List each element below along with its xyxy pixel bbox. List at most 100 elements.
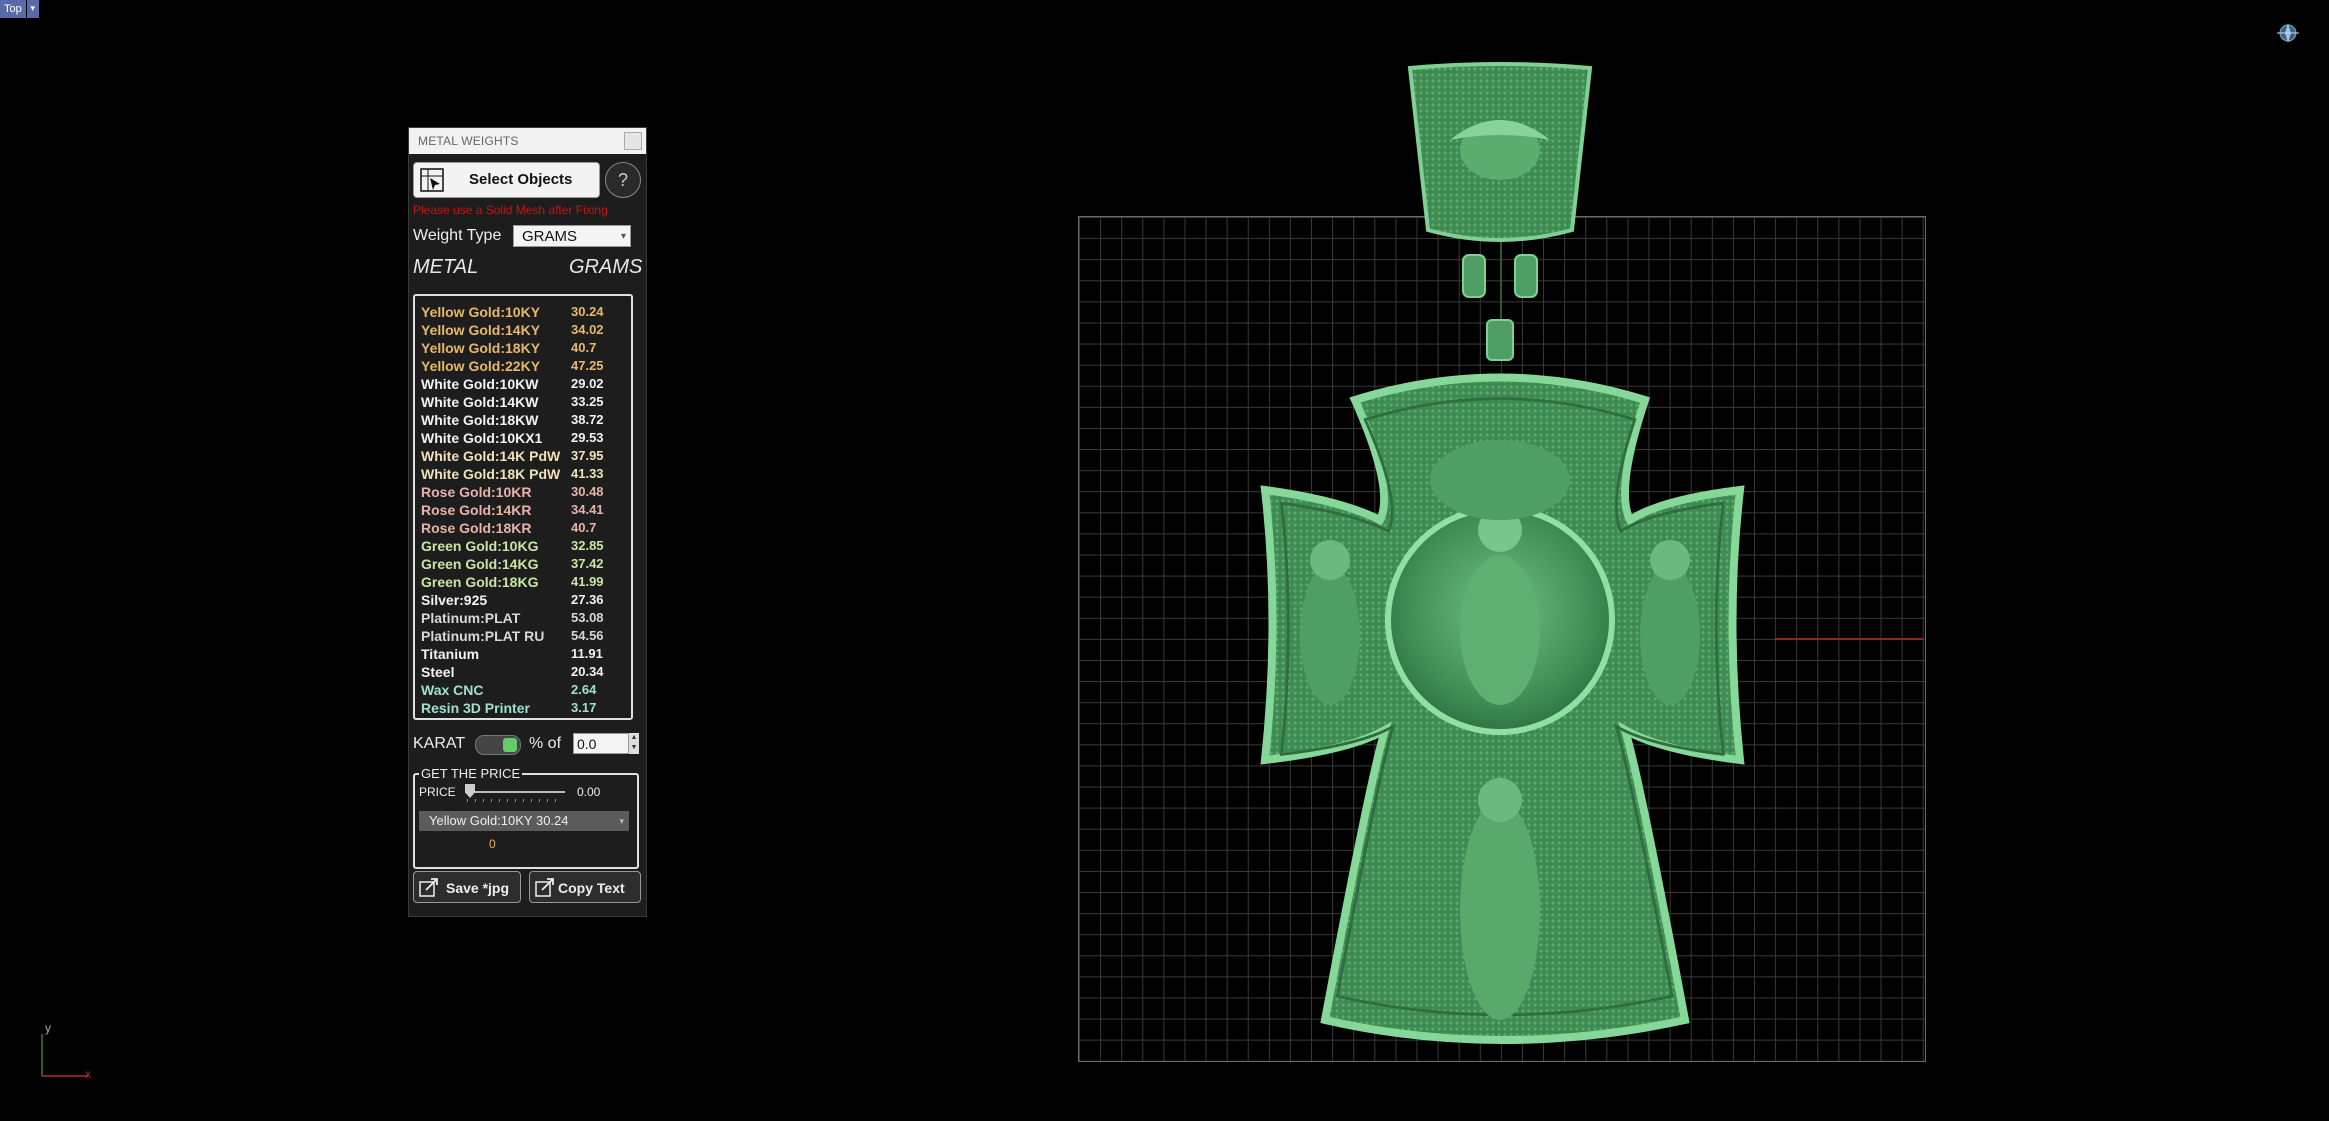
metal-name: Wax CNC [421,682,484,698]
karat-toggle[interactable] [475,735,521,755]
x-axis-label: x [85,1067,91,1080]
metal-grams: 34.41 [571,502,604,517]
weight-type-select[interactable]: GRAMS ▾ [513,225,631,247]
metal-name: Green Gold:10KG [421,538,539,554]
copy-text-button[interactable]: Copy Text [529,871,641,903]
metal-row: Steel 20.34 [421,664,631,682]
metal-row: Yellow Gold:18KY 40.7 [421,340,631,358]
chevron-down-icon: ▾ [619,816,624,826]
metal-name: Green Gold:18KG [421,574,539,590]
karat-spinner[interactable]: ▲ ▼ [629,733,639,754]
panel-title-bar[interactable]: METAL WEIGHTS [409,128,646,154]
metal-name: Yellow Gold:14KY [421,322,541,338]
axes-indicator-icon: y x [41,1021,91,1080]
metal-name: Yellow Gold:22KY [421,358,541,374]
metal-grams: 41.99 [571,574,604,589]
metal-row: White Gold:14KW 33.25 [421,394,631,412]
metal-name: Resin 3D Printer [421,700,530,716]
metal-grams: 30.48 [571,484,604,499]
metal-row: Yellow Gold:14KY 34.02 [421,322,631,340]
y-axis-label: y [45,1021,51,1035]
metal-name: Yellow Gold:10KY [421,304,541,320]
metal-name: Platinum:PLAT [421,610,521,626]
metal-grams: 32.85 [571,538,604,553]
metal-row: Yellow Gold:22KY 47.25 [421,358,631,376]
price-metal-select[interactable]: Yellow Gold:10KY 30.24 ▾ [419,811,629,831]
metal-grams: 54.56 [571,628,604,643]
view-navigation-icon[interactable] [2275,20,2301,46]
metal-grams: 29.02 [571,376,604,391]
metal-name: Rose Gold:18KR [421,520,532,536]
metal-grams: 37.95 [571,448,604,463]
panel-title: METAL WEIGHTS [418,134,519,148]
cross-pendant-model[interactable] [1220,60,1780,1056]
metal-row: Resin 3D Printer 3.17 [421,700,631,718]
get-price-title: GET THE PRICE [419,766,523,781]
metal-row: Platinum:PLAT 53.08 [421,610,631,628]
metal-name: White Gold:14KW [421,394,539,410]
metal-row: White Gold:10KX1 29.53 [421,430,631,448]
get-price-group: GET THE PRICE PRICE 0.00 Yellow Gold:10K… [413,766,639,869]
metal-name: Steel [421,664,455,680]
weight-type-value: GRAMS [522,228,578,245]
mesh-warning-text: Please use a Solid Mesh after Fixing [413,203,608,217]
metal-row: White Gold:14K PdW 37.95 [421,448,631,466]
price-metal-value: Yellow Gold:10KY 30.24 [429,813,569,828]
export-icon [419,878,438,897]
metal-grams: 27.36 [571,592,604,607]
metal-grams: 38.72 [571,412,604,427]
metal-name: White Gold:10KX1 [421,430,543,446]
panel-close-button[interactable] [624,132,642,150]
price-label: PRICE [419,785,456,799]
price-slider-ticks [467,799,563,802]
metal-grams: 20.34 [571,664,604,679]
metal-list: Yellow Gold:10KY 30.24 Yellow Gold:14KY 34.… [413,294,633,720]
metal-column-header: METAL [413,256,479,278]
help-button[interactable]: ? [605,162,641,198]
export-icon [535,878,554,897]
metal-row: Green Gold:14KG 37.42 [421,556,631,574]
metal-grams: 40.7 [571,340,597,355]
metal-grams: 11.91 [571,646,603,661]
metal-name: White Gold:18KW [421,412,539,428]
viewport-name[interactable]: Top [0,0,26,18]
metal-grams: 3.17 [571,700,597,715]
metal-row: Yellow Gold:10KY 30.24 [421,304,631,322]
metal-grams: 53.08 [571,610,604,625]
price-result: 0 [489,837,496,851]
price-slider[interactable] [465,791,565,793]
metal-name: Platinum:PLAT RU [421,628,545,644]
metal-row: White Gold:18KW 38.72 [421,412,631,430]
metal-grams: 37.42 [571,556,604,571]
metal-name: White Gold:18K PdW [421,466,561,482]
karat-input[interactable]: 0.0 [573,733,629,754]
percent-of-label: % of [529,735,562,752]
metal-row: Wax CNC 2.64 [421,682,631,700]
metal-name: Titanium [421,646,480,662]
metal-grams: 29.53 [571,430,604,445]
metal-grams: 47.25 [571,358,604,373]
metal-name: Yellow Gold:18KY [421,340,541,356]
metal-grams: 33.25 [571,394,604,409]
metal-row: White Gold:18K PdW 41.33 [421,466,631,484]
metal-grams: 41.33 [571,466,604,481]
metal-weights-panel: METAL WEIGHTS Select Objects ? Please us… [408,127,647,917]
metal-row: Titanium 11.91 [421,646,631,664]
metal-name: White Gold:10KW [421,376,539,392]
price-slider-thumb[interactable] [465,784,475,798]
weight-type-label: Weight Type [413,227,502,244]
metal-row: Rose Gold:18KR 40.7 [421,520,631,538]
select-objects-button[interactable]: Select Objects [413,162,600,198]
metal-grams: 30.24 [571,304,604,319]
x-axis-line [1775,638,1923,640]
save-jpg-button[interactable]: Save *jpg [413,871,521,903]
metal-row: Platinum:PLAT RU 54.56 [421,628,631,646]
viewport-label[interactable]: Top ▾ [0,0,39,18]
metal-name: Rose Gold:10KR [421,484,532,500]
metal-row: Green Gold:10KG 32.85 [421,538,631,556]
viewport-menu-arrow-icon[interactable]: ▾ [26,0,39,18]
grams-column-header: GRAMS [569,256,643,278]
metal-row: Silver:925 27.36 [421,592,631,610]
metal-row: Green Gold:18KG 41.99 [421,574,631,592]
select-objects-label: Select Objects [469,171,573,188]
